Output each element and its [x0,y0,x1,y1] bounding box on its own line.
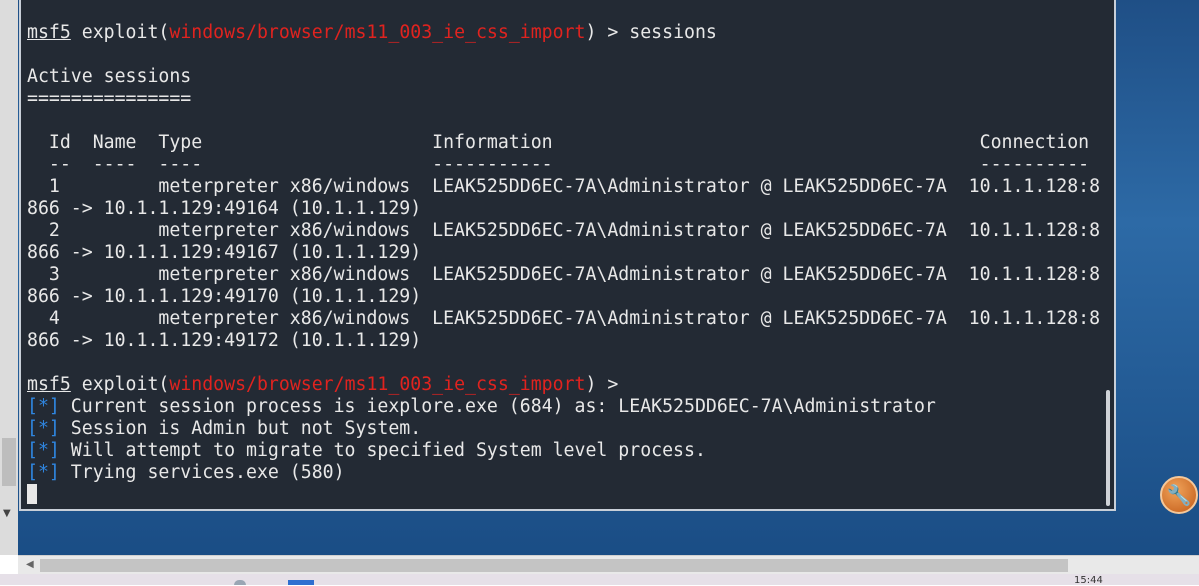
horizontal-scrollbar[interactable]: ◀ [18,555,1199,575]
terminal-line: =============== [27,88,1100,110]
terminal-line: msf5 exploit(windows/browser/ms11_003_ie… [27,22,1100,44]
terminal-line: 2 meterpreter x86/windows LEAK525DD6EC-7… [27,220,1100,242]
prompt-label: msf5 [27,374,71,395]
module-path: windows/browser/ms11_003_ie_css_import [169,22,586,43]
status-marker: [*] [27,440,60,461]
terminal-text: Trying services.exe (580) [59,462,345,483]
terminal-line: 3 meterpreter x86/windows LEAK525DD6EC-7… [27,264,1100,286]
terminal-text: 3 meterpreter x86/windows LEAK525DD6EC-7… [27,264,1101,285]
terminal-line: 4 meterpreter x86/windows LEAK525DD6EC-7… [27,308,1100,330]
taskbar-app-icon[interactable] [234,580,246,585]
terminal-text: 4 meterpreter x86/windows LEAK525DD6EC-7… [27,308,1101,329]
terminal-line: 866 -> 10.1.1.129:49167 (10.1.1.129) [27,242,1100,264]
terminal-line: -- ---- ---- ----------- ---------- [27,154,1100,176]
terminal-line: [*] Will attempt to migrate to specified… [27,440,1100,462]
terminal-output: msf5 exploit(windows/browser/ms11_003_ie… [27,22,1100,506]
taskbar-window-icon[interactable] [288,580,314,585]
horizontal-scrollbar-thumb[interactable] [40,559,1068,572]
status-marker: [*] [27,462,60,483]
terminal-text: 866 -> 10.1.1.129:49167 (10.1.1.129) [27,242,422,263]
left-scrollbar-thumb[interactable] [2,438,16,486]
terminal-text: 866 -> 10.1.1.129:49172 (10.1.1.129) [27,330,422,351]
scroll-down-arrow-icon[interactable]: ▼ [3,508,11,519]
terminal-line: [*] Current session process is iexplore.… [27,396,1100,418]
scroll-left-arrow-icon[interactable]: ◀ [26,559,34,570]
taskbar: 15:44 [0,574,1199,586]
terminal-text: ) > sessions [585,22,717,43]
terminal-text: =============== [27,88,192,109]
terminal-line [27,484,1100,506]
terminal-line: Active sessions [27,66,1100,88]
wrench-tool-icon[interactable]: 🔧 [1160,476,1198,514]
terminal-text: 2 meterpreter x86/windows LEAK525DD6EC-7… [27,220,1101,241]
terminal-text: 866 -> 10.1.1.129:49170 (10.1.1.129) [27,286,422,307]
terminal-line: Id Name Type Information Connection [27,132,1100,154]
terminal-text: ) > [585,374,619,395]
terminal-line: [*] Session is Admin but not System. [27,418,1100,440]
terminal-line: 866 -> 10.1.1.129:49164 (10.1.1.129) [27,198,1100,220]
terminal-line: [*] Trying services.exe (580) [27,462,1100,484]
terminal-text: 866 -> 10.1.1.129:49164 (10.1.1.129) [27,198,422,219]
terminal-scrollbar[interactable] [1106,390,1110,506]
terminal-text: Active sessions [27,66,192,87]
terminal-window[interactable]: msf5 exploit(windows/browser/ms11_003_ie… [19,0,1116,511]
terminal-text: Session is Admin but not System. [59,418,422,439]
module-path: windows/browser/ms11_003_ie_css_import [169,374,586,395]
left-scrollbar[interactable]: ▼ [0,0,19,555]
terminal-text: -- ---- ---- ----------- ---------- [27,154,1090,175]
terminal-text: 1 meterpreter x86/windows LEAK525DD6EC-7… [27,176,1101,197]
terminal-line: msf5 exploit(windows/browser/ms11_003_ie… [27,374,1100,396]
status-marker: [*] [27,396,60,417]
prompt-label: msf5 [27,22,71,43]
terminal-text: Current session process is iexplore.exe … [59,396,936,417]
terminal-line: 866 -> 10.1.1.129:49172 (10.1.1.129) [27,330,1100,352]
terminal-cursor [27,484,37,504]
terminal-text: Will attempt to migrate to specified Sys… [59,440,706,461]
terminal-text: exploit( [70,22,170,43]
terminal-line: 866 -> 10.1.1.129:49170 (10.1.1.129) [27,286,1100,308]
terminal-text: Id Name Type Information Connection [27,132,1090,153]
terminal-text: exploit( [70,374,170,395]
status-marker: [*] [27,418,60,439]
terminal-line: 1 meterpreter x86/windows LEAK525DD6EC-7… [27,176,1100,198]
